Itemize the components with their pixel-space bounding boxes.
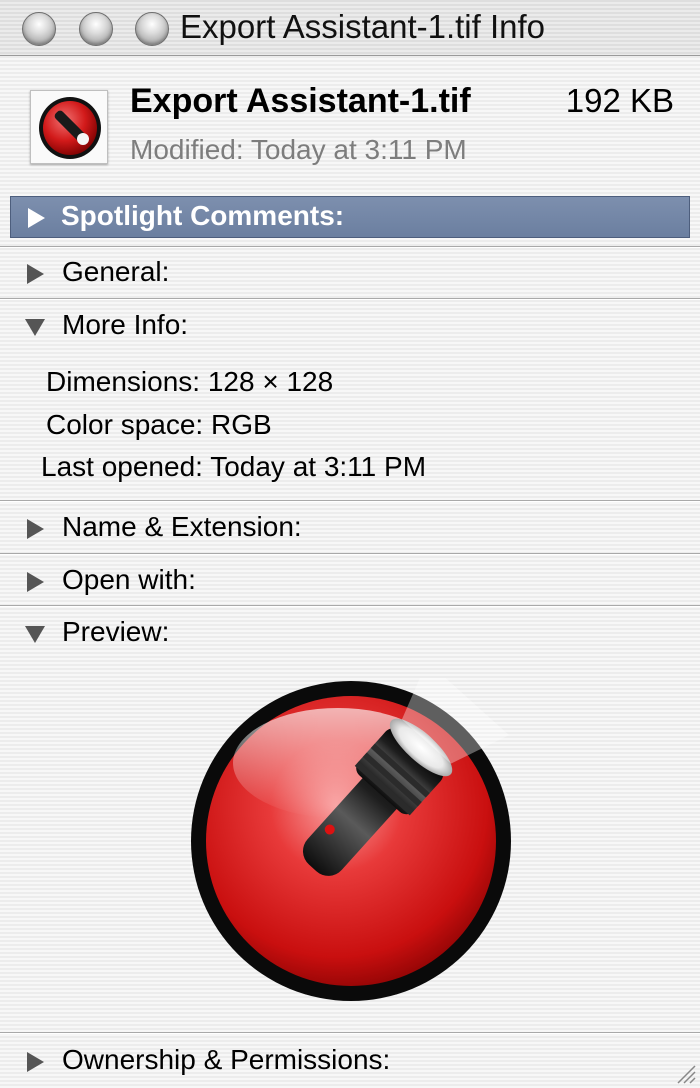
section-name-extension[interactable]: Name & Extension:	[0, 503, 700, 555]
disclosure-triangle-right-icon[interactable]	[24, 571, 46, 593]
minimize-button[interactable]	[79, 12, 113, 46]
info-key: Dimensions:	[46, 366, 201, 397]
info-row-last-opened: Last opened: Today at 3:11 PM	[41, 451, 426, 483]
section-label: More Info:	[62, 309, 189, 340]
divider	[0, 500, 700, 502]
info-row-color-space: Color space: RGB	[46, 409, 272, 441]
info-value: Today at 3:11 PM	[210, 451, 427, 482]
info-key: Color space:	[46, 409, 204, 440]
section-label: Ownership & Permissions:	[62, 1044, 391, 1075]
zoom-button[interactable]	[135, 12, 169, 46]
file-thumbnail	[30, 90, 108, 164]
divider	[0, 553, 700, 555]
section-more-info[interactable]: More Info:	[0, 301, 700, 353]
section-spotlight-comments[interactable]: Spotlight Comments:	[10, 196, 690, 238]
section-general[interactable]: General:	[0, 248, 700, 300]
section-label: General:	[62, 256, 170, 287]
section-preview[interactable]: Preview:	[0, 608, 700, 660]
section-open-with[interactable]: Open with:	[0, 556, 700, 608]
divider	[0, 298, 700, 300]
file-name: Export Assistant-1.tif	[130, 82, 471, 120]
info-row-dimensions: Dimensions: 128 × 128	[46, 366, 333, 398]
disclosure-triangle-down-icon[interactable]	[24, 623, 46, 645]
preview-image	[191, 678, 511, 1001]
close-button[interactable]	[22, 12, 56, 46]
section-label: Name & Extension:	[62, 511, 302, 542]
disclosure-triangle-right-icon[interactable]	[24, 518, 46, 540]
info-key: Last opened:	[41, 451, 203, 482]
modified-date: Modified: Today at 3:11 PM	[130, 134, 467, 165]
file-size: 192 KB	[565, 82, 674, 119]
info-value: RGB	[210, 409, 272, 440]
resize-grip-icon[interactable]	[674, 1062, 696, 1084]
section-ownership-permissions[interactable]: Ownership & Permissions:	[0, 1036, 700, 1088]
disclosure-triangle-right-icon[interactable]	[24, 263, 46, 285]
section-label: Spotlight Comments:	[61, 200, 345, 231]
flashlight-icon	[39, 97, 101, 159]
window-title: Export Assistant-1.tif Info	[180, 8, 545, 45]
section-label: Open with:	[62, 564, 196, 595]
divider	[0, 605, 700, 607]
info-value: 128 × 128	[207, 366, 334, 397]
section-label: Preview:	[62, 616, 170, 647]
title-bar[interactable]: Export Assistant-1.tif Info	[0, 0, 700, 56]
disclosure-triangle-down-icon[interactable]	[24, 316, 46, 338]
divider	[0, 1032, 700, 1034]
disclosure-triangle-right-icon[interactable]	[24, 1051, 46, 1073]
disclosure-triangle-right-icon[interactable]	[25, 207, 47, 229]
